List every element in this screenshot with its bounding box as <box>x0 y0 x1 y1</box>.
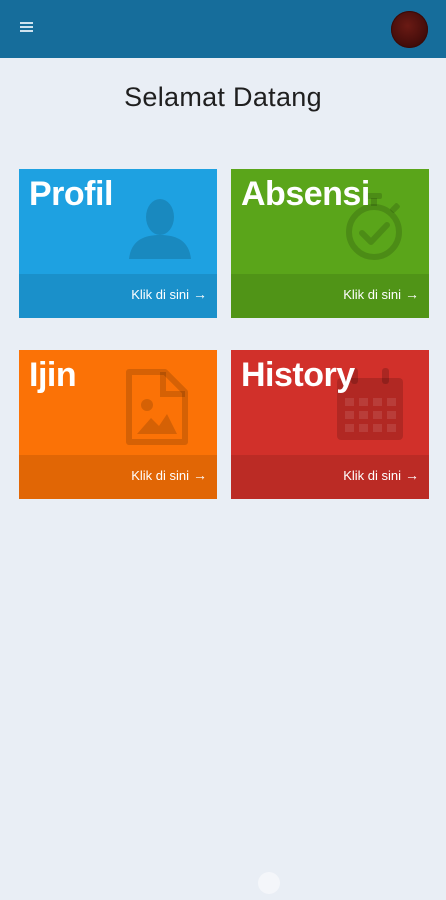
tile-link-label: Klik di sini <box>131 467 189 483</box>
hamburger-icon[interactable] <box>20 22 34 34</box>
tile-title: Profil <box>29 175 113 213</box>
history-tile[interactable]: History Klik di sini → <box>231 350 429 499</box>
tile-title: Ijin <box>29 356 77 394</box>
tile-link[interactable]: Klik di sini → <box>131 467 207 483</box>
arrow-right-icon: → <box>193 286 207 302</box>
tile-title: History <box>241 356 355 394</box>
tile-link-label: Klik di sini <box>343 467 401 483</box>
page-title: Selamat Datang <box>124 82 322 112</box>
person-icon <box>129 199 191 259</box>
tile-title: Absensi <box>241 175 370 213</box>
tile-link-label: Klik di sini <box>131 286 189 302</box>
ijin-tile[interactable]: Ijin Klik di sini → <box>19 350 217 499</box>
arrow-right-icon: → <box>405 286 419 302</box>
profil-tile[interactable]: Profil Klik di sini → <box>19 169 217 318</box>
image-file-icon <box>126 369 188 445</box>
tile-link[interactable]: Klik di sini → <box>131 286 207 302</box>
tile-link[interactable]: Klik di sini → <box>343 286 419 302</box>
home-indicator <box>258 872 280 894</box>
tile-link-label: Klik di sini <box>343 286 401 302</box>
arrow-right-icon: → <box>405 467 419 483</box>
app-header <box>0 0 446 58</box>
absensi-tile[interactable]: Absensi Klik di sini → <box>231 169 429 318</box>
tile-link[interactable]: Klik di sini → <box>343 467 419 483</box>
avatar[interactable] <box>391 11 428 48</box>
arrow-right-icon: → <box>193 467 207 483</box>
